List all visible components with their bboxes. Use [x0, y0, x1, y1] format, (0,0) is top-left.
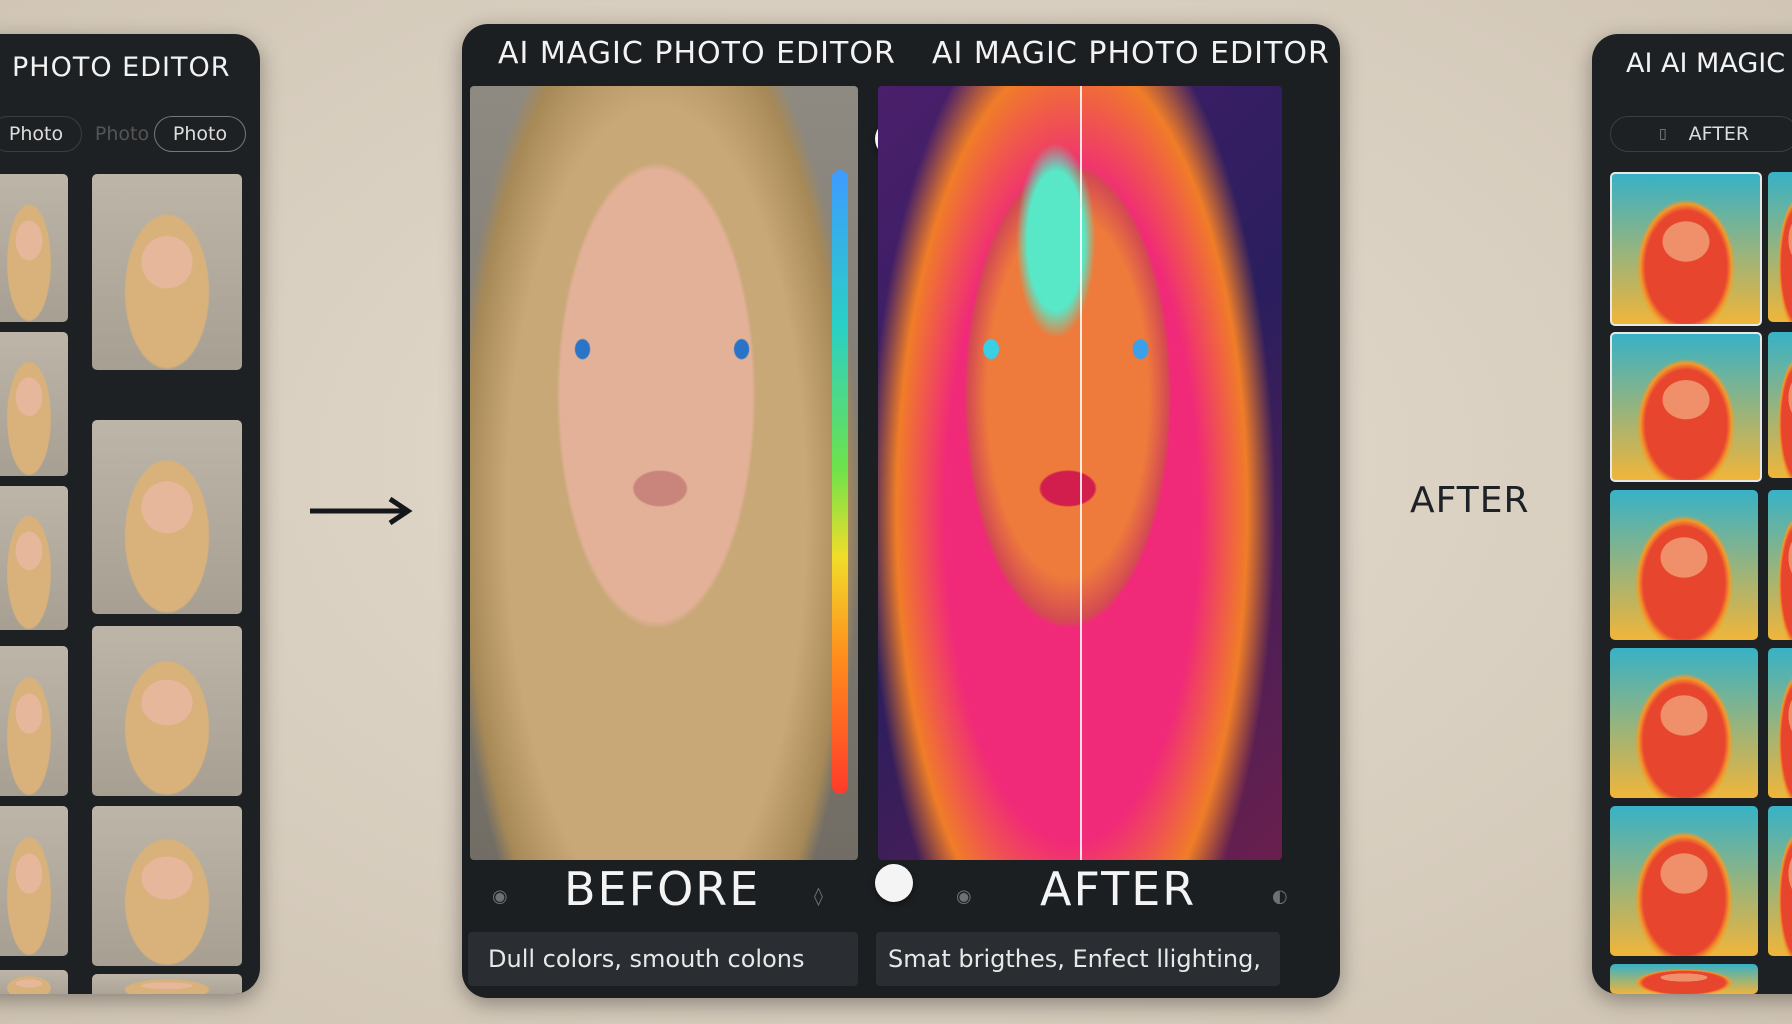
thumbnail[interactable]: [1768, 806, 1792, 956]
after-label: AFTER: [1040, 862, 1197, 916]
thumbnail[interactable]: [0, 174, 68, 322]
after-tab-label: AFTER: [1688, 123, 1750, 145]
thumbnail[interactable]: [1610, 648, 1758, 798]
tab-photo-1[interactable]: Photo: [0, 116, 82, 152]
left-panel-title: PHOTO EDITOR: [12, 52, 231, 83]
thumbnail[interactable]: [1768, 332, 1792, 478]
thumbnail[interactable]: [1610, 490, 1758, 640]
thumbnail[interactable]: [0, 486, 68, 630]
effects-icon[interactable]: ◐: [1272, 886, 1288, 907]
after-header-title: AI MAGIC PHOTO EDITOR: [932, 36, 1330, 71]
left-editor-panel: PHOTO EDITOR Photo Photo Photo: [0, 34, 260, 994]
tab-icon: ▯: [1658, 126, 1667, 142]
eye-icon[interactable]: ◉: [492, 886, 508, 907]
arrow-right-icon: [310, 496, 413, 526]
enhancement-slider[interactable]: [832, 170, 848, 794]
thumbnail[interactable]: [0, 806, 68, 956]
thumbnail[interactable]: [92, 174, 242, 370]
main-editor-panel: AI MAGIC PHOTO EDITOR AI MAGIC PHOTO EDI…: [462, 24, 1340, 998]
thumbnail[interactable]: [0, 970, 68, 994]
before-header-title: AI MAGIC PHOTO EDITOR: [498, 36, 896, 71]
thumbnail-selected[interactable]: [1610, 332, 1762, 482]
right-editor-panel: AI AI MAGIC ▯ AFTER: [1592, 34, 1792, 994]
thumbnail[interactable]: [92, 626, 242, 796]
thumbnail[interactable]: [0, 332, 68, 476]
thumbnail[interactable]: [92, 420, 242, 614]
slider-bottom-handle[interactable]: [875, 864, 913, 902]
right-panel-title: AI AI MAGIC: [1626, 48, 1786, 79]
after-photo: [878, 86, 1282, 860]
mask-icon[interactable]: ◉: [956, 886, 972, 907]
after-tab[interactable]: ▯ AFTER: [1610, 116, 1792, 152]
thumbnail[interactable]: [1768, 172, 1792, 322]
thumbnail[interactable]: [0, 646, 68, 796]
thumbnail[interactable]: [92, 974, 242, 994]
tab-photo-2[interactable]: Photo: [90, 116, 154, 152]
after-side-label: AFTER: [1410, 480, 1530, 521]
before-caption: Dull colors, smouth colons: [468, 932, 858, 986]
thumbnail[interactable]: [1610, 964, 1758, 994]
thumbnail[interactable]: [1768, 648, 1792, 798]
comparison-divider[interactable]: [1080, 86, 1082, 860]
after-caption: Smat brigthes, Enfect llighting,: [876, 932, 1280, 986]
before-label: BEFORE: [564, 862, 761, 916]
shape-icon[interactable]: ◊: [814, 886, 823, 907]
thumbnail[interactable]: [1610, 806, 1758, 956]
thumbnail[interactable]: [1768, 490, 1792, 640]
thumbnail[interactable]: [92, 806, 242, 966]
before-photo: [470, 86, 858, 860]
thumbnail-selected[interactable]: [1610, 172, 1762, 326]
tab-photo-3[interactable]: Photo: [154, 116, 246, 152]
